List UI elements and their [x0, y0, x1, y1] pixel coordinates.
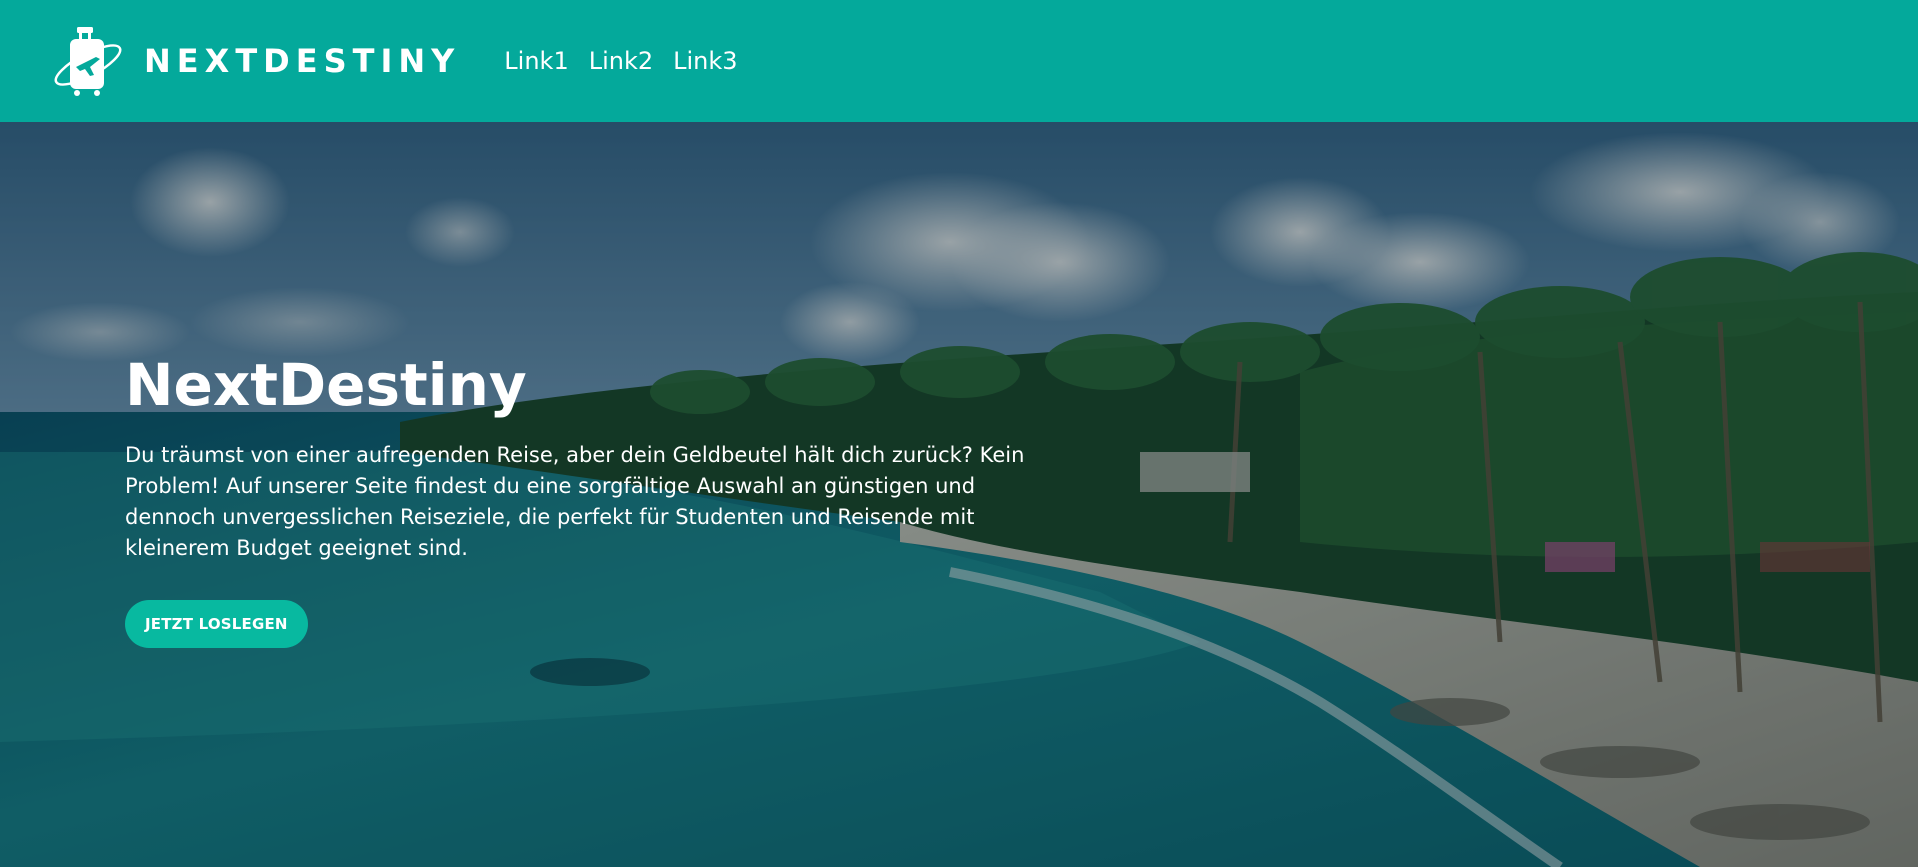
brand-link[interactable]: NEXTDESTINY: [50, 23, 460, 99]
hero-description: Du träumst von einer aufregenden Reise, …: [125, 442, 1025, 560]
nav-link-1[interactable]: Link1: [504, 47, 568, 75]
nav-link-2[interactable]: Link2: [589, 47, 653, 75]
hero-content: NextDestiny Du träumst von einer aufrege…: [125, 351, 1025, 648]
get-started-button[interactable]: JETZT LOSLEGEN: [125, 599, 308, 648]
nav-link-3[interactable]: Link3: [673, 47, 737, 75]
site-header: NEXTDESTINY Link1 Link2 Link3: [0, 0, 1918, 122]
suitcase-airplane-icon: [54, 27, 122, 96]
hero-title: NextDestiny: [125, 351, 527, 419]
brand-name: NEXTDESTINY: [144, 42, 461, 80]
main-nav: Link1 Link2 Link3: [504, 47, 737, 75]
hero-section: NextDestiny Du träumst von einer aufrege…: [0, 122, 1918, 867]
page: NEXTDESTINY Link1 Link2 Link3 NextDestin…: [0, 0, 1918, 867]
